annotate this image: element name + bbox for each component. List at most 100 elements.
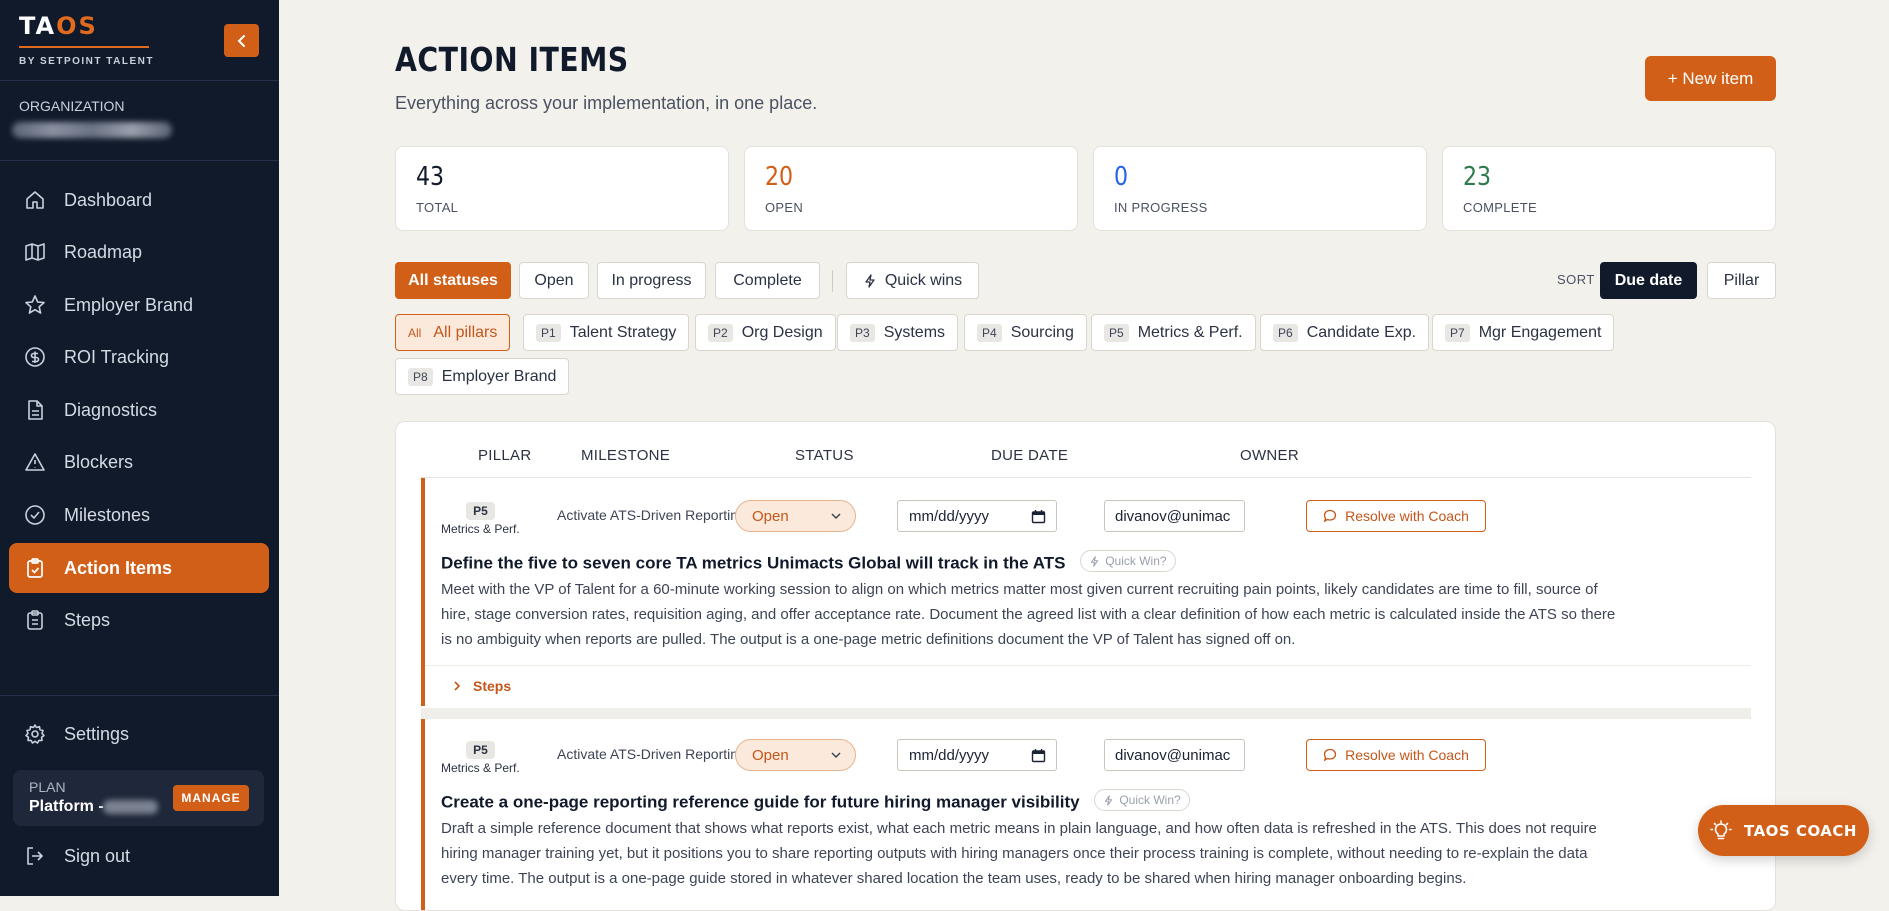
due-date-input[interactable]: mm/dd/yyyy xyxy=(897,500,1057,532)
sort-pillar[interactable]: Pillar xyxy=(1707,262,1776,299)
lightning-icon xyxy=(865,273,875,288)
star-icon xyxy=(24,294,46,316)
stat-card-complete: 23 COMPLETE xyxy=(1442,146,1776,231)
sidebar-item-employer-brand[interactable]: Employer Brand xyxy=(9,280,269,330)
quick-win-toggle[interactable]: Quick Win? xyxy=(1094,789,1190,811)
plan-box: PLAN Platform - MANAGE xyxy=(13,770,264,826)
filter-quick-wins[interactable]: Quick wins xyxy=(846,262,979,299)
pillar-chip-p1[interactable]: P1 Talent Strategy xyxy=(523,314,690,351)
stat-label: TOTAL xyxy=(416,200,459,215)
pillar-chip-label: Talent Strategy xyxy=(569,323,677,341)
filter-all-statuses[interactable]: All statuses xyxy=(395,262,511,299)
sidebar-item-action-items[interactable]: Action Items xyxy=(9,543,269,593)
due-date-value: mm/dd/yyyy xyxy=(909,507,990,525)
coach-label: TAOS COACH xyxy=(1744,821,1857,840)
sidebar-item-settings[interactable]: Settings xyxy=(9,709,269,759)
lightbulb-icon xyxy=(1710,819,1732,839)
stat-value: 20 xyxy=(765,162,794,192)
pillar-chip-tag: P8 xyxy=(408,367,433,386)
plan-name: Platform - xyxy=(29,798,104,815)
page-subtitle: Everything across your implementation, i… xyxy=(395,93,818,113)
action-items-table: PILLAR MILESTONE STATUS DUE DATE OWNER P… xyxy=(395,421,1776,911)
pillar-name: Metrics & Perf. xyxy=(441,761,520,775)
resolve-label: Resolve with Coach xyxy=(1345,508,1469,524)
organization-name-redacted[interactable] xyxy=(12,122,172,138)
action-item-title[interactable]: Create a one-page reporting reference gu… xyxy=(441,789,1190,813)
pillar-chip-tag: P5 xyxy=(1104,323,1129,342)
gear-icon xyxy=(24,723,46,745)
resolve-with-coach-button[interactable]: Resolve with Coach xyxy=(1306,500,1486,532)
stat-label: OPEN xyxy=(765,200,804,215)
sidebar-item-dashboard[interactable]: Dashboard xyxy=(9,175,269,225)
collapse-sidebar-button[interactable] xyxy=(224,24,259,57)
action-item-title-text: Create a one-page reporting reference gu… xyxy=(441,792,1080,812)
pillar-chip-label: Sourcing xyxy=(1010,323,1074,341)
sort-due-date[interactable]: Due date xyxy=(1600,262,1697,299)
filter-in-progress[interactable]: In progress xyxy=(597,262,706,299)
due-date-input[interactable]: mm/dd/yyyy xyxy=(897,739,1057,771)
logo-text-b: OS xyxy=(56,12,98,40)
filter-open[interactable]: Open xyxy=(519,262,589,299)
status-value: Open xyxy=(752,746,789,764)
owner-input[interactable]: divanov@unimac xyxy=(1104,739,1245,771)
column-header-milestone: MILESTONE xyxy=(581,447,671,464)
action-item-description: Meet with the VP of Talent for a 60-minu… xyxy=(441,577,1671,652)
action-item-row[interactable]: P5 Metrics & Perf. Activate ATS-Driven R… xyxy=(421,478,1751,706)
due-date-value: mm/dd/yyyy xyxy=(909,746,990,764)
pillar-chip-p7[interactable]: P7 Mgr Engagement xyxy=(1432,314,1615,351)
sidebar-item-milestones[interactable]: Milestones xyxy=(9,490,269,540)
taos-logo[interactable]: TAOS BY SETPOINT TALENT xyxy=(19,12,154,67)
pillar-chip-p5[interactable]: P5 Metrics & Perf. xyxy=(1091,314,1256,351)
stat-card-open: 20 OPEN xyxy=(744,146,1078,231)
status-select[interactable]: Open xyxy=(735,500,856,532)
new-item-button[interactable]: + New item xyxy=(1645,56,1776,101)
description-line: Draft a simple reference document that s… xyxy=(441,820,1597,837)
stat-value: 43 xyxy=(416,162,445,192)
sidebar-item-roi-tracking[interactable]: ROI Tracking xyxy=(9,332,269,382)
pillar-chip-tag: P3 xyxy=(850,323,875,342)
action-item-title[interactable]: Define the five to seven core TA metrics… xyxy=(441,550,1176,574)
steps-label: Steps xyxy=(473,678,512,694)
sidebar-item-diagnostics[interactable]: Diagnostics xyxy=(9,385,269,435)
pillar-chip-p4[interactable]: P4 Sourcing xyxy=(964,314,1087,351)
steps-toggle[interactable]: Steps xyxy=(451,678,511,694)
description-line: every time. The output is a one-page gui… xyxy=(441,870,1467,887)
logo-text-a: TA xyxy=(19,12,57,40)
quick-win-toggle[interactable]: Quick Win? xyxy=(1080,550,1176,572)
manage-plan-button[interactable]: MANAGE xyxy=(173,785,249,811)
pillar-chip-p8[interactable]: P8 Employer Brand xyxy=(395,358,570,395)
pillar-chip-tag: P1 xyxy=(536,323,561,342)
chevron-down-icon xyxy=(831,513,841,520)
owner-input[interactable]: divanov@unimac xyxy=(1104,500,1245,532)
check-circle-icon xyxy=(24,504,46,526)
description-line: hire, stage conversion rates, requisitio… xyxy=(441,606,1616,623)
description-line: hiring manager training yet, but it posi… xyxy=(441,845,1588,862)
map-icon xyxy=(24,241,46,263)
column-header-status: STATUS xyxy=(795,447,854,464)
pillar-chip-p6[interactable]: P6 Candidate Exp. xyxy=(1260,314,1430,351)
sidebar-item-blockers[interactable]: Blockers xyxy=(9,437,269,487)
document-icon xyxy=(24,399,46,421)
pillar-chip-p3[interactable]: P3 Systems xyxy=(837,314,959,351)
sign-out-button[interactable]: Sign out xyxy=(9,831,269,881)
pillar-chip-all[interactable]: All All pillars xyxy=(395,314,511,351)
resolve-label: Resolve with Coach xyxy=(1345,747,1469,763)
quick-win-label: Quick Win? xyxy=(1119,793,1181,807)
pillar-chip-label: Employer Brand xyxy=(441,367,557,385)
taos-coach-button[interactable]: TAOS COACH xyxy=(1698,805,1869,856)
status-select[interactable]: Open xyxy=(735,739,856,771)
organization-label: ORGANIZATION xyxy=(19,98,125,114)
action-item-description: Draft a simple reference document that s… xyxy=(441,816,1671,891)
description-line: Meet with the VP of Talent for a 60-minu… xyxy=(441,581,1598,598)
stat-card-total: 43 TOTAL xyxy=(395,146,729,231)
sidebar-item-roadmap[interactable]: Roadmap xyxy=(9,227,269,277)
logo-tagline: BY SETPOINT TALENT xyxy=(19,56,154,67)
stat-label: IN PROGRESS xyxy=(1114,200,1208,215)
filter-complete[interactable]: Complete xyxy=(715,262,820,299)
resolve-with-coach-button[interactable]: Resolve with Coach xyxy=(1306,739,1486,771)
pillar-chip-p2[interactable]: P2 Org Design xyxy=(695,314,836,351)
sidebar-item-label: Milestones xyxy=(64,504,151,525)
sidebar-item-label: Diagnostics xyxy=(64,399,158,420)
action-item-row[interactable]: P5 Metrics & Perf. Activate ATS-Driven R… xyxy=(421,719,1751,910)
sidebar-item-steps[interactable]: Steps xyxy=(9,595,269,645)
